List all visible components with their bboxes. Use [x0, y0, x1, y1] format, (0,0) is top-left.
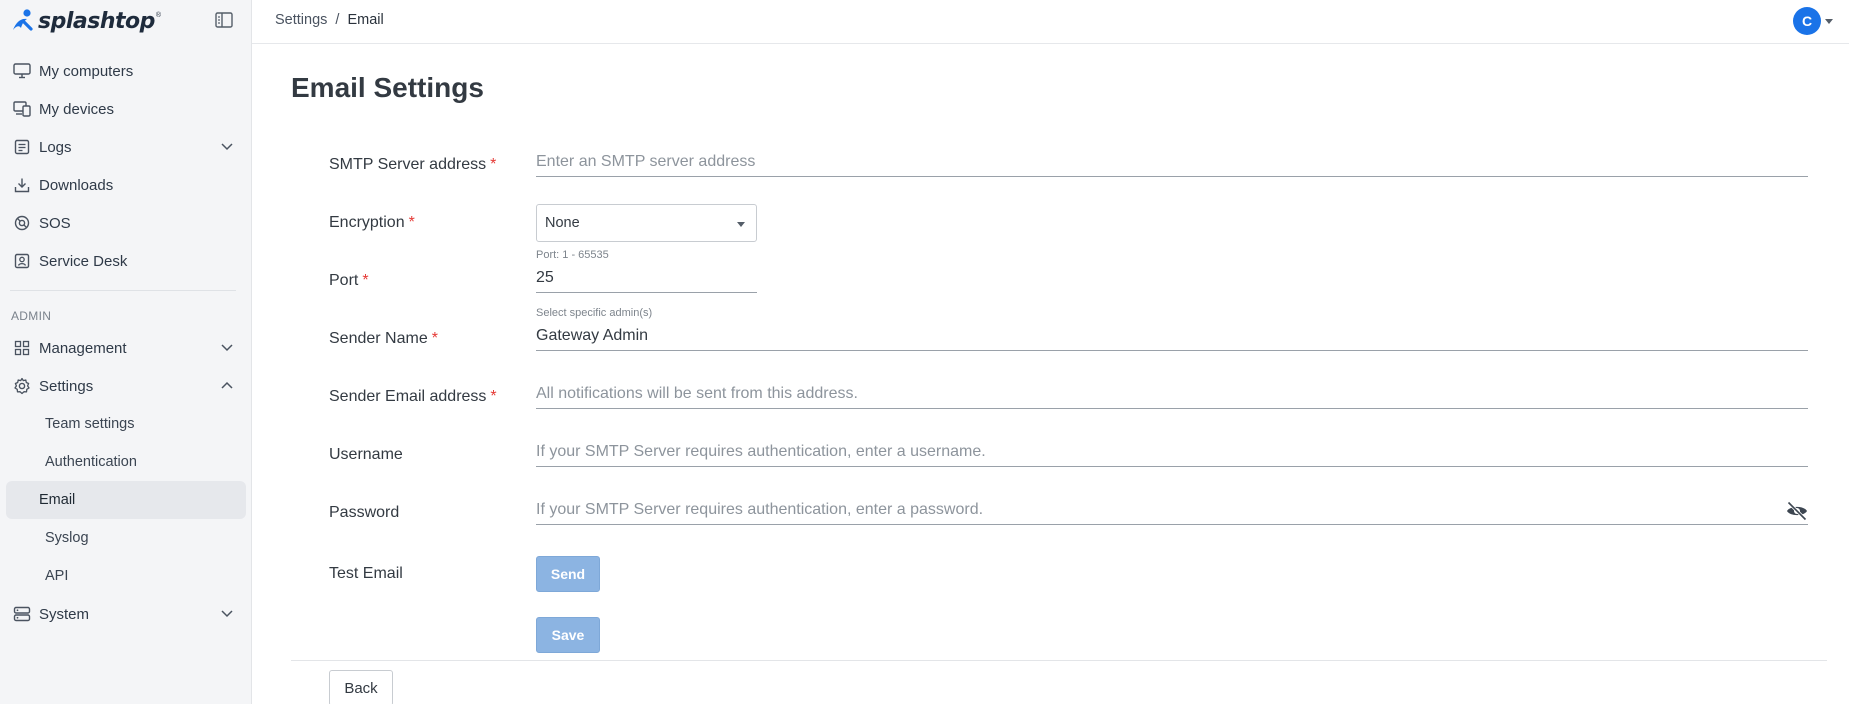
- brand-trademark: ®: [155, 12, 162, 19]
- sender-name-helper-text: Select specific admin(s): [536, 307, 653, 319]
- sidebar-item-my-computers[interactable]: My computers: [0, 52, 252, 90]
- download-icon: [12, 175, 32, 195]
- port-helper-text: Port: 1 - 65535: [536, 249, 609, 261]
- smtp-server-label-text: SMTP Server address: [329, 156, 487, 173]
- admin-section-label: ADMIN: [11, 309, 52, 323]
- brand-name: splashtop: [38, 8, 155, 34]
- caret-down-icon: [737, 222, 745, 227]
- sidebar-item-label: SOS: [39, 214, 71, 232]
- chevron-down-icon: [221, 143, 233, 151]
- test-email-label: Test Email: [329, 565, 403, 582]
- encryption-select-value: None: [545, 215, 580, 231]
- sidebar-item-label: Logs: [39, 138, 72, 156]
- sidebar-divider: [10, 290, 236, 291]
- encryption-label: Encryption *: [329, 214, 415, 232]
- required-mark: *: [408, 214, 415, 231]
- sidebar-item-service-desk[interactable]: Service Desk: [0, 242, 252, 280]
- grid-icon: [12, 338, 32, 358]
- sidebar-item-settings[interactable]: Settings: [0, 367, 252, 405]
- required-mark: *: [431, 330, 438, 347]
- sender-name-label-text: Sender Name: [329, 330, 428, 347]
- footer-divider: [291, 660, 1827, 661]
- eye-off-icon[interactable]: [1785, 500, 1809, 522]
- send-button[interactable]: Send: [536, 556, 600, 592]
- top-header: Settings / Email C: [252, 0, 1849, 44]
- server-icon: [12, 604, 32, 624]
- sender-email-input[interactable]: [536, 379, 1808, 409]
- sender-email-label: Sender Email address *: [329, 388, 497, 406]
- sidebar-item-label: Settings: [39, 377, 94, 395]
- sender-name-label: Sender Name *: [329, 330, 438, 348]
- port-label: Port *: [329, 272, 369, 290]
- sidebar-item-label: My devices: [39, 100, 115, 118]
- sidebar-subitem-email[interactable]: Email: [6, 481, 246, 519]
- sidebar-nav: My computers My devices Logs Downloads S…: [0, 52, 252, 633]
- sidebar-item-management[interactable]: Management: [0, 329, 252, 367]
- sidebar-item-label: My computers: [39, 62, 134, 80]
- port-label-text: Port: [329, 272, 359, 289]
- required-mark: *: [490, 388, 497, 405]
- gear-icon: [12, 376, 32, 396]
- breadcrumb-settings[interactable]: Settings: [275, 12, 327, 28]
- save-button[interactable]: Save: [536, 617, 600, 653]
- sidebar-subitem-syslog[interactable]: Syslog: [6, 519, 246, 557]
- sidebar-item-label: Downloads: [39, 176, 114, 194]
- splashtop-logo-icon: [13, 9, 33, 31]
- sender-email-label-text: Sender Email address: [329, 388, 487, 405]
- breadcrumb-separator: /: [335, 12, 340, 28]
- port-input[interactable]: [536, 263, 757, 293]
- chevron-up-icon: [221, 381, 233, 389]
- sender-name-input[interactable]: [536, 321, 1808, 351]
- sos-icon: [12, 213, 32, 233]
- required-mark: *: [362, 272, 369, 289]
- sidebar-subitem-api[interactable]: API: [6, 557, 246, 595]
- monitor-icon: [12, 61, 32, 81]
- page-title: Email Settings: [291, 72, 484, 103]
- logo[interactable]: splashtop ®: [10, 8, 242, 34]
- sidebar-item-label: System: [39, 605, 90, 623]
- encryption-label-text: Encryption: [329, 214, 405, 231]
- sidebar-item-sos[interactable]: SOS: [0, 204, 252, 242]
- back-button[interactable]: Back: [329, 670, 393, 704]
- sidebar-collapse-icon[interactable]: [214, 11, 234, 29]
- sidebar-item-label: Service Desk: [39, 252, 128, 270]
- sidebar-subitem-authentication[interactable]: Authentication: [6, 443, 246, 481]
- sidebar-item-logs[interactable]: Logs: [0, 128, 252, 166]
- username-label: Username: [329, 446, 403, 463]
- required-mark: *: [490, 156, 497, 173]
- logs-icon: [12, 137, 32, 157]
- avatar[interactable]: C: [1793, 7, 1821, 35]
- sidebar-item-system[interactable]: System: [0, 595, 252, 633]
- breadcrumb-current: Email: [347, 12, 384, 28]
- smtp-server-label: SMTP Server address *: [329, 156, 496, 174]
- encryption-select[interactable]: None: [536, 204, 757, 242]
- smtp-server-input[interactable]: [536, 147, 1808, 177]
- sidebar-item-label: Management: [39, 339, 127, 357]
- devices-icon: [12, 99, 32, 119]
- username-input[interactable]: [536, 437, 1808, 467]
- chevron-down-icon: [221, 610, 233, 618]
- chevron-down-icon: [221, 344, 233, 352]
- caret-down-icon[interactable]: [1825, 19, 1833, 25]
- sidebar-subitem-team-settings[interactable]: Team settings: [6, 405, 246, 443]
- password-label: Password: [329, 504, 400, 521]
- breadcrumb: Settings / Email: [275, 12, 384, 28]
- sidebar-item-downloads[interactable]: Downloads: [0, 166, 252, 204]
- sidebar: splashtop ® My computers My devices Logs: [0, 0, 252, 704]
- service-desk-icon: [12, 251, 32, 271]
- password-input[interactable]: [536, 495, 1808, 525]
- sidebar-item-my-devices[interactable]: My devices: [0, 90, 252, 128]
